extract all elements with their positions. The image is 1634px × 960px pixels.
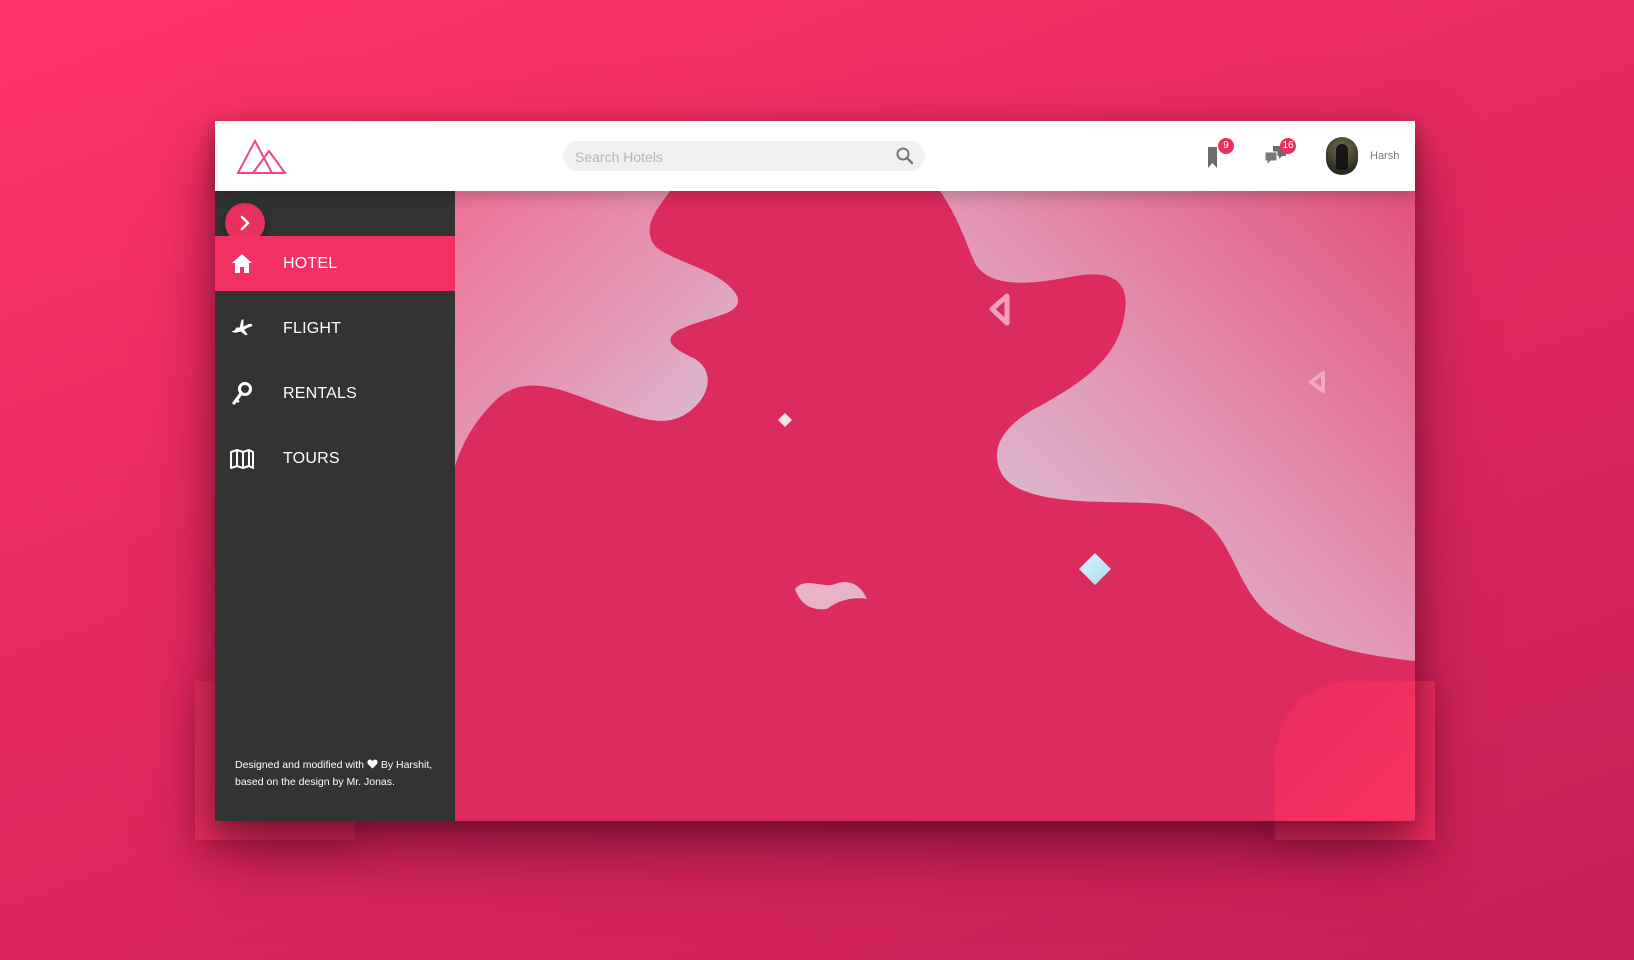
credits-author: By Harshit, — [380, 759, 433, 771]
sidebar-item-label: FLIGHT — [283, 319, 342, 337]
credits-text: Designed and modified with By Harshit, b… — [235, 757, 445, 791]
sidebar-item-label: TOURS — [283, 449, 340, 467]
sidebar-item-flight[interactable]: FLIGHT — [215, 301, 455, 356]
decorative-background-art — [455, 191, 1415, 821]
credits-line-2: based on the design by Mr. Jonas. — [235, 776, 395, 788]
search-icon[interactable] — [895, 146, 915, 166]
main-content — [455, 191, 1415, 821]
user-menu[interactable]: Harsh — [1326, 137, 1399, 175]
heart-icon — [367, 759, 378, 769]
bookmarks-button[interactable]: 9 — [1200, 138, 1234, 173]
search-bar — [563, 141, 925, 173]
messages-badge: 16 — [1280, 138, 1296, 154]
top-header: 9 16 Harsh — [215, 121, 1415, 191]
plane-icon — [231, 319, 253, 336]
sidebar-item-tours[interactable]: TOURS — [215, 431, 455, 486]
avatar — [1326, 137, 1358, 175]
sidebar-item-hotel[interactable]: HOTEL — [215, 236, 455, 291]
sidebar-item-rentals[interactable]: RENTALS — [215, 366, 455, 421]
home-icon — [232, 254, 252, 273]
messages-button[interactable]: 16 — [1262, 138, 1296, 173]
bookmarks-badge: 9 — [1218, 138, 1234, 154]
credits-line-1: Designed and modified with — [235, 759, 364, 771]
chevron-right-icon — [240, 215, 250, 231]
sidebar-item-label: HOTEL — [283, 254, 338, 272]
app-window: 9 16 Harsh HOTEL — [215, 121, 1415, 821]
map-icon — [230, 449, 254, 469]
sidebar-nav: HOTEL FLIGHT RENTALS TOURS — [215, 236, 455, 496]
sidebar-item-label: RENTALS — [283, 384, 358, 402]
search-input[interactable] — [573, 141, 887, 173]
sidebar: HOTEL FLIGHT RENTALS TOURS Designed and … — [215, 191, 455, 821]
key-icon — [232, 382, 252, 405]
logo-icon[interactable] — [235, 137, 289, 177]
user-name: Harsh — [1370, 150, 1400, 162]
